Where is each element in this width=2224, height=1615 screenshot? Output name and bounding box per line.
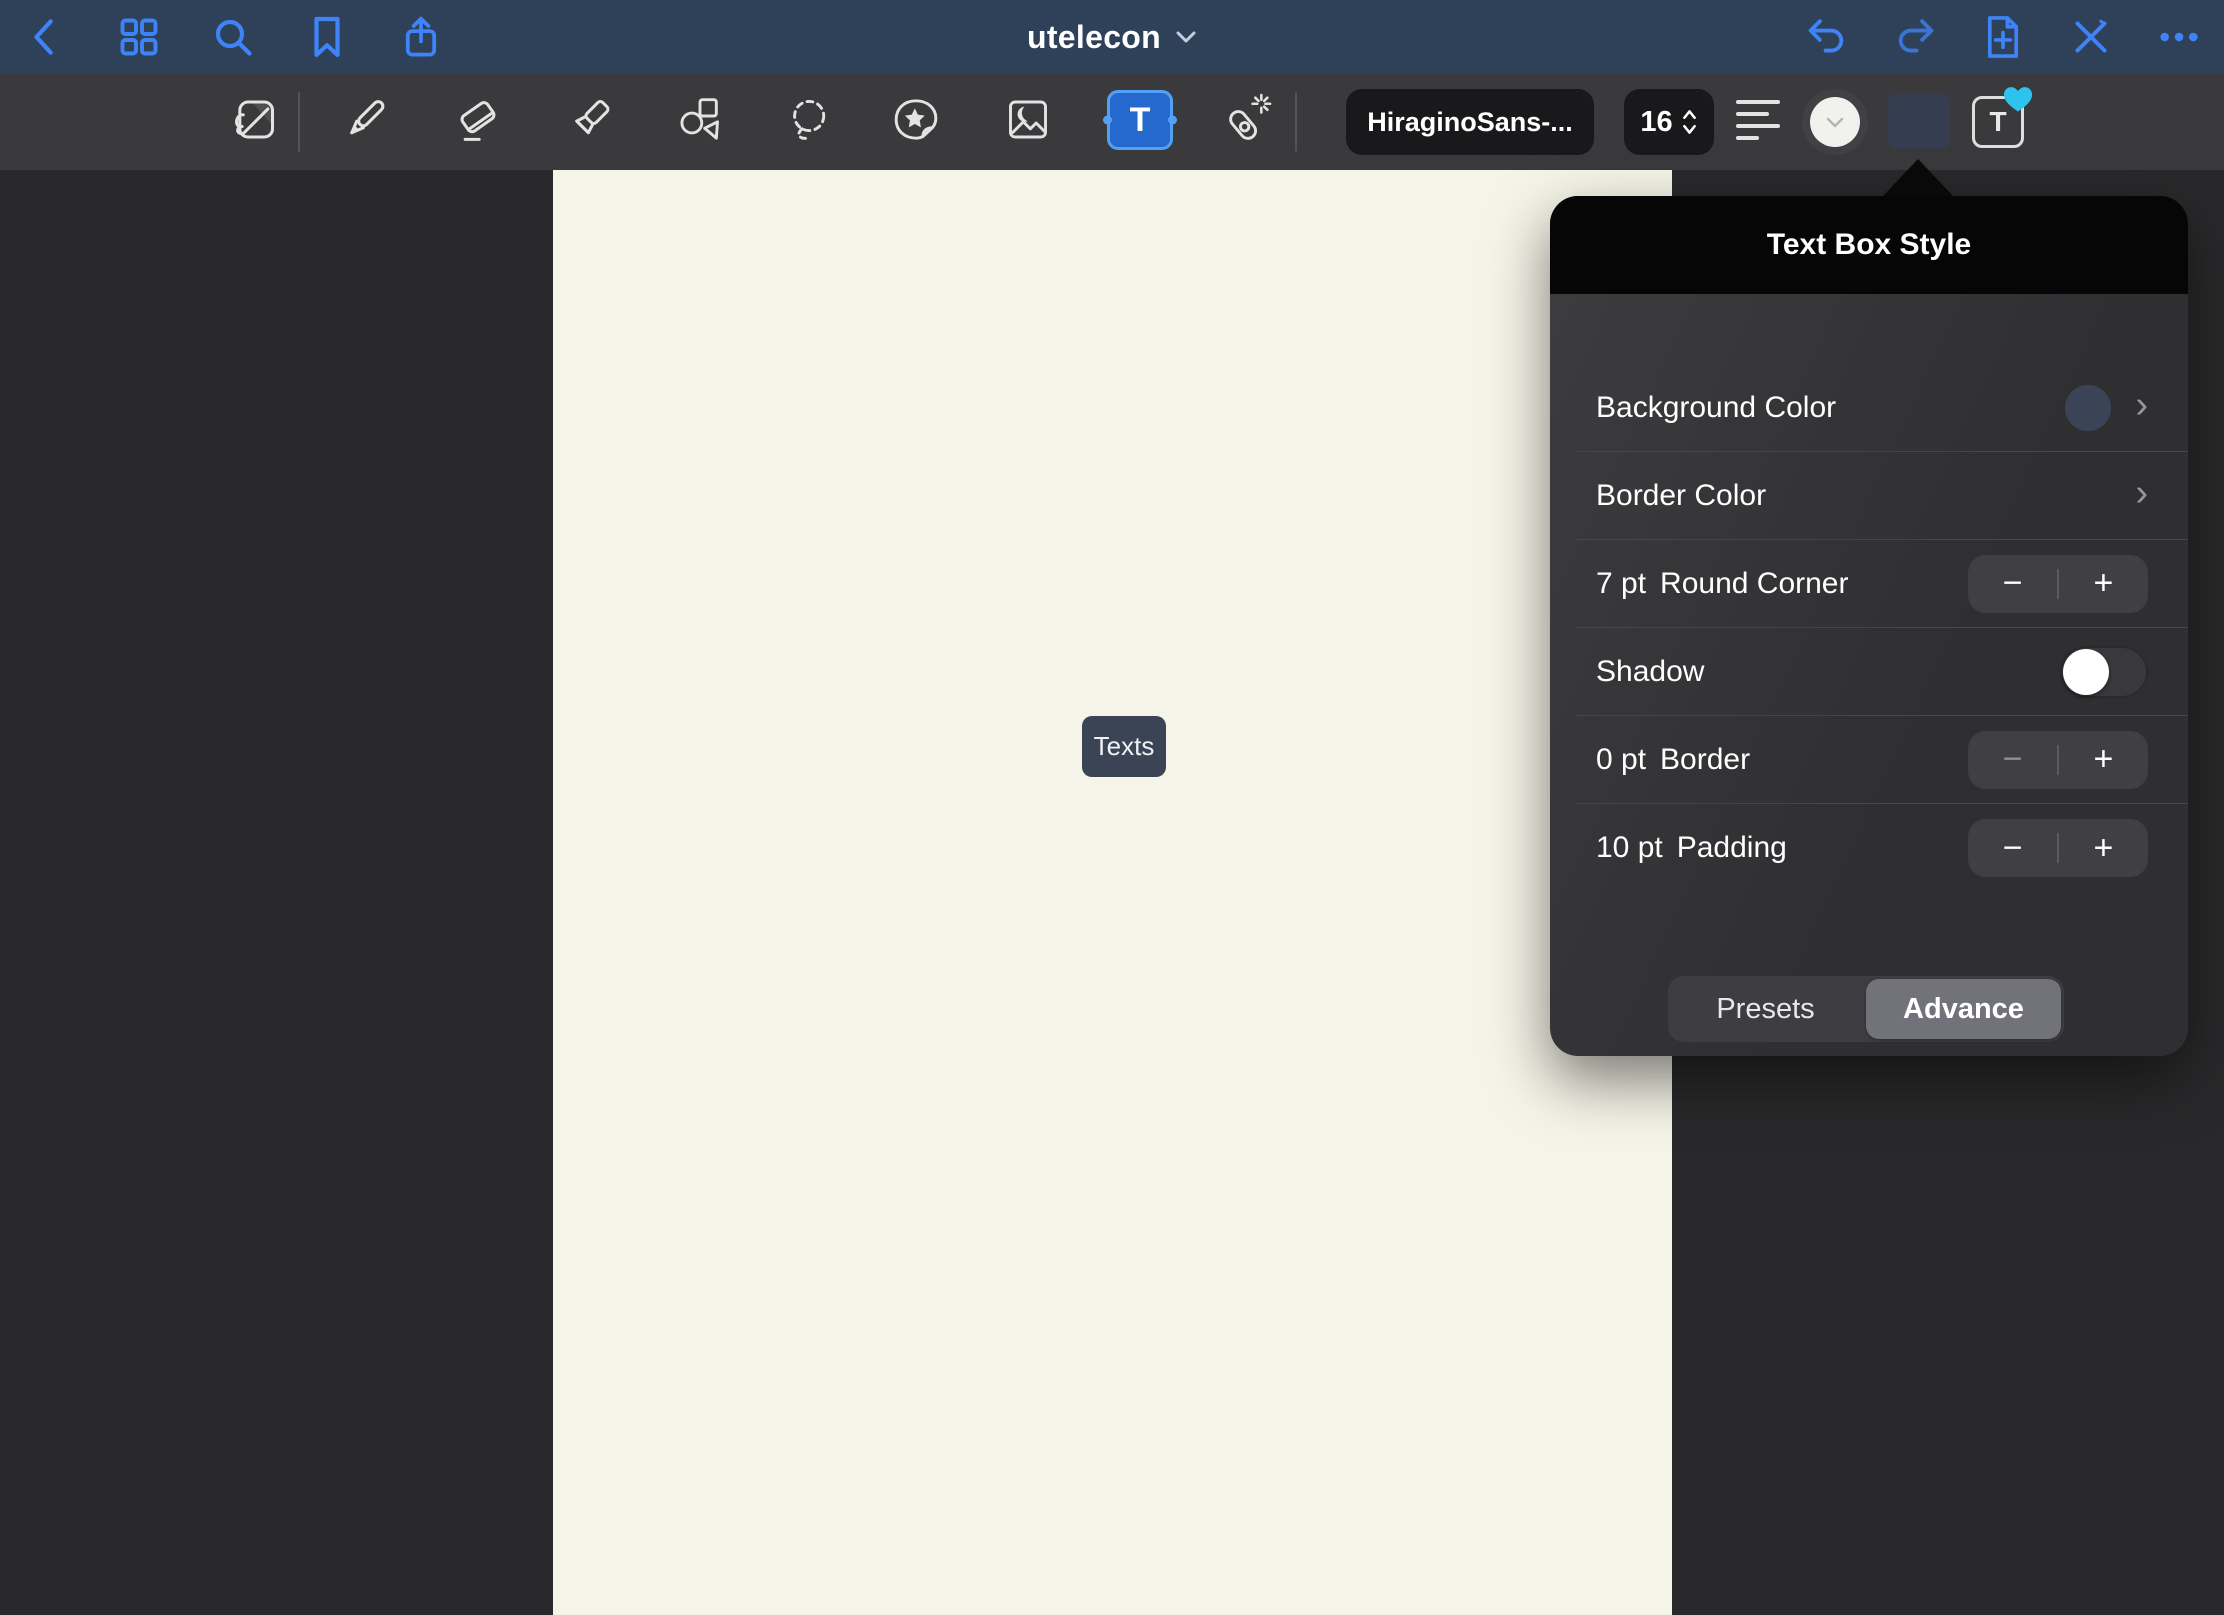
swatch-chevron-down-icon	[1826, 117, 1844, 128]
padding-stepper: − +	[1968, 819, 2148, 877]
round-corner-stepper: − +	[1968, 555, 2148, 613]
highlighter-icon[interactable]	[562, 92, 618, 153]
laser-pointer-icon[interactable]	[1217, 92, 1273, 153]
border-width-stepper: − +	[1968, 731, 2148, 789]
toggle-knob	[2063, 649, 2109, 695]
pen-icon[interactable]	[337, 92, 393, 153]
eraser-icon[interactable]	[450, 92, 506, 153]
toolbar-divider	[298, 92, 300, 152]
canvas-text-box[interactable]: Texts	[1082, 716, 1166, 777]
minus-button[interactable]: −	[1968, 564, 2057, 603]
text-align-icon[interactable]	[1736, 100, 1780, 140]
document-title-label: utelecon	[1027, 19, 1161, 56]
row-label: Round Corner	[1660, 567, 1848, 601]
share-icon[interactable]	[398, 14, 444, 60]
plus-button[interactable]: +	[2059, 829, 2148, 868]
image-icon[interactable]	[1000, 92, 1056, 153]
presets-advance-segmented-control: Presets Advance	[1668, 976, 2064, 1042]
plus-button[interactable]: +	[2059, 740, 2148, 779]
row-shadow: Shadow	[1576, 628, 2188, 716]
text-tool-glyph: T	[1130, 101, 1151, 140]
text-box-style-icon[interactable]: T	[1972, 96, 2024, 148]
notebook-page[interactable]	[553, 170, 1672, 1615]
minus-button[interactable]: −	[1968, 740, 2057, 779]
goodnotes-app: utelecon	[0, 0, 2224, 1615]
top-navigation-bar: utelecon	[0, 0, 2224, 74]
row-label: Background Color	[1596, 391, 1836, 425]
lasso-icon[interactable]	[780, 92, 836, 153]
sticker-icon[interactable]	[888, 92, 944, 153]
shapes-icon[interactable]	[672, 92, 728, 153]
undo-icon[interactable]	[1804, 14, 1850, 60]
back-icon[interactable]	[22, 14, 68, 60]
plus-button[interactable]: +	[2059, 564, 2148, 603]
bookmark-icon[interactable]	[304, 14, 350, 60]
row-label: Border	[1660, 743, 1750, 777]
chevron-right-icon: ›	[2135, 386, 2148, 424]
row-label: Border Color	[1596, 479, 1766, 513]
text-tool-handle	[1168, 116, 1177, 125]
document-title[interactable]: utelecon	[1027, 0, 1197, 74]
chevron-right-icon: ›	[2135, 474, 2148, 512]
padding-value: 10 pt	[1596, 831, 1663, 865]
redo-icon[interactable]	[1892, 14, 1938, 60]
add-page-icon[interactable]	[1980, 14, 2026, 60]
text-color-swatch[interactable]	[1802, 89, 1868, 155]
minus-button[interactable]: −	[1968, 829, 2057, 868]
title-chevron-down-icon	[1175, 30, 1197, 44]
presets-tab[interactable]: Presets	[1668, 976, 1863, 1042]
popover-arrow	[1882, 159, 1954, 197]
background-color-swatch	[2065, 385, 2111, 431]
toolbar-divider	[1295, 92, 1297, 152]
row-border-color[interactable]: Border Color ›	[1576, 452, 2188, 540]
popover-title: Text Box Style	[1767, 228, 1972, 262]
text-tool-icon[interactable]: T	[1107, 90, 1173, 150]
font-size-value: 16	[1640, 106, 1672, 139]
editing-toolbar: T HiraginoSans-... 16	[0, 74, 2224, 170]
text-box-style-active-highlight[interactable]	[1888, 93, 1950, 149]
size-up-down-icon	[1681, 107, 1698, 137]
row-background-color[interactable]: Background Color ›	[1576, 364, 2188, 452]
border-width-value: 0 pt	[1596, 743, 1646, 777]
row-padding: 10 pt Padding − +	[1576, 804, 2188, 892]
row-border-width: 0 pt Border − +	[1576, 716, 2188, 804]
shadow-toggle[interactable]	[2060, 646, 2148, 698]
row-round-corner: 7 pt Round Corner − +	[1576, 540, 2188, 628]
font-name-label: HiraginoSans-...	[1367, 107, 1573, 138]
view-mode-icon[interactable]	[227, 92, 283, 153]
advance-tab[interactable]: Advance	[1866, 979, 2061, 1039]
text-box-style-popover: Text Box Style Background Color › Border…	[1550, 196, 2188, 1056]
pages-grid-icon[interactable]	[116, 14, 162, 60]
text-tool-handle	[1103, 116, 1112, 125]
font-selector[interactable]: HiraginoSans-...	[1346, 89, 1594, 155]
favorite-heart-badge	[2003, 85, 2033, 113]
popover-header: Text Box Style	[1550, 196, 2188, 294]
font-size-stepper[interactable]: 16	[1624, 89, 1714, 155]
more-icon[interactable]	[2156, 14, 2202, 60]
canvas-text-box-label: Texts	[1094, 731, 1155, 762]
row-label: Padding	[1677, 831, 1787, 865]
text-color-current	[1810, 97, 1860, 147]
pen-mode-toggle-icon[interactable]	[2068, 14, 2114, 60]
row-label: Shadow	[1596, 655, 1704, 689]
style-options-list: Background Color › Border Color › 7 pt R…	[1550, 364, 2188, 892]
search-icon[interactable]	[210, 14, 256, 60]
round-corner-value: 7 pt	[1596, 567, 1646, 601]
